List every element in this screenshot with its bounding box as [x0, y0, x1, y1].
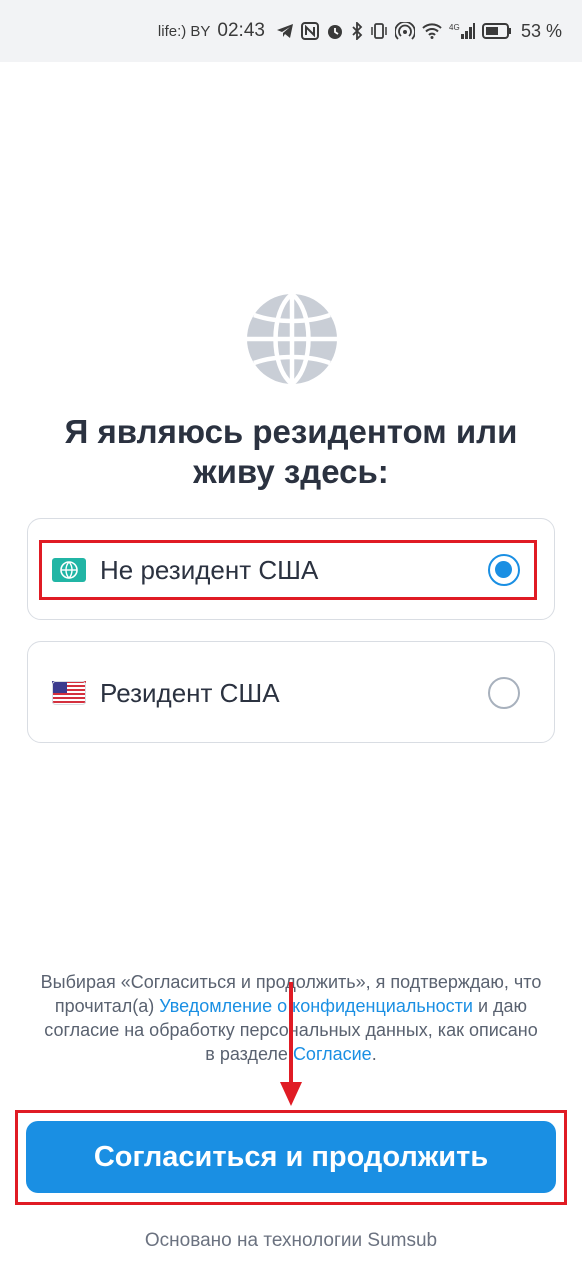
privacy-notice-link[interactable]: Уведомление о конфиденциальности [159, 996, 473, 1016]
annotation-arrow-icon [280, 982, 302, 1108]
bluetooth-icon [351, 22, 363, 40]
wifi-icon [422, 23, 442, 39]
radio-button-unselected[interactable] [488, 677, 520, 709]
clock: 02:43 [217, 20, 265, 41]
hotspot-icon [394, 22, 415, 40]
vibrate-icon [370, 22, 388, 40]
option-label: Резидент США [100, 677, 280, 708]
globe-badge-icon [52, 558, 86, 582]
telegram-icon [276, 23, 294, 39]
option-non-us-resident[interactable]: Не резидент США [27, 518, 555, 620]
page-title: Я являюсь резидентом или живу здесь: [64, 413, 518, 490]
consent-link[interactable]: Согласие [293, 1044, 372, 1064]
alarm-icon [326, 22, 344, 40]
option-row[interactable]: Резидент США [42, 666, 534, 720]
option-row-highlighted[interactable]: Не резидент США [39, 540, 537, 600]
consent-text-part: . [371, 1044, 377, 1064]
nfc-icon [300, 22, 319, 40]
battery-icon [481, 23, 512, 39]
option-us-resident[interactable]: Резидент США [27, 641, 555, 743]
svg-text:4G: 4G [449, 23, 460, 32]
powered-by-footer: Основано на технологии Sumsub [144, 1230, 438, 1251]
globe-icon [246, 292, 338, 386]
status-bar: life:) BY 02:43 4G 53 % [0, 0, 582, 62]
us-flag-icon [52, 681, 86, 705]
signal-4g-icon: 4G [449, 22, 475, 40]
option-label: Не резидент США [100, 554, 319, 585]
radio-button-selected[interactable] [488, 554, 520, 586]
agree-continue-button[interactable]: Согласиться и продолжить [26, 1121, 556, 1193]
battery-percent: 53 % [520, 20, 562, 41]
carrier-label: life:) BY [157, 22, 211, 40]
